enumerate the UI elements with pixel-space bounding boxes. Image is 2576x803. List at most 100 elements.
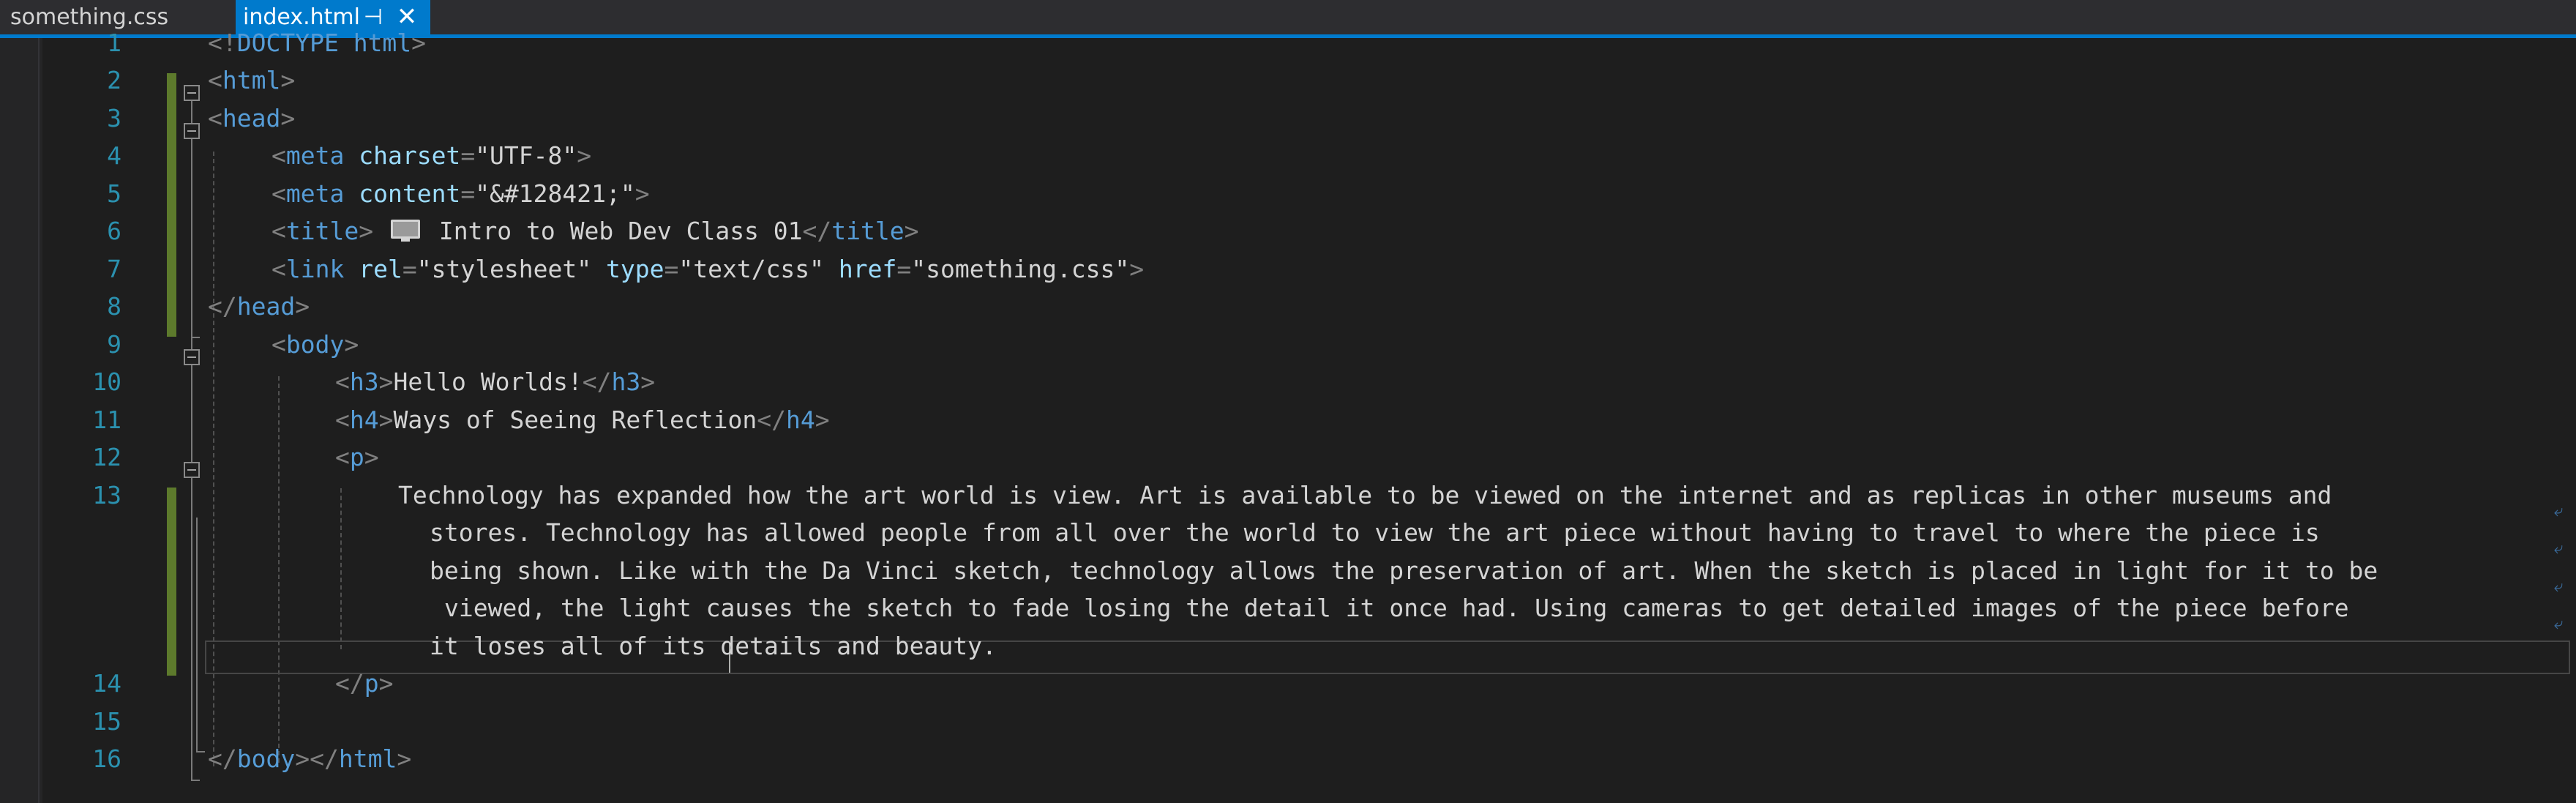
token-tag: title [285, 217, 359, 245]
token-tag: body [285, 330, 345, 359]
token-punctuation: > [577, 141, 592, 170]
word-wrap-icon: ⤶ [2554, 502, 2564, 520]
code-line-12[interactable]: <p> [335, 438, 379, 477]
token-punctuation: > [904, 217, 919, 245]
token-punctuation: > [344, 330, 359, 359]
token-punctuation: < [335, 443, 350, 471]
code-line-7[interactable]: <link rel="stylesheet" type="text/css" h… [272, 250, 1144, 288]
token-punctuation: < [272, 330, 286, 359]
code-line-16[interactable]: </body></html> [208, 740, 411, 778]
token-punctuation: = [664, 255, 679, 283]
token-punctuation: < [335, 406, 350, 434]
token-punctuation: > [280, 66, 296, 94]
token-punctuation: < [272, 217, 286, 245]
code-line-6[interactable]: <title> Intro to Web Dev Class 01</title… [272, 212, 919, 250]
code-line-9[interactable]: <body> [272, 326, 359, 364]
token-punctuation: > [815, 406, 830, 434]
indent-guide [213, 152, 214, 766]
line-number: 15 [92, 707, 121, 736]
token-punctuation: = [896, 255, 912, 283]
fold-toggle-icon[interactable] [184, 123, 200, 139]
token-punctuation: = [460, 141, 476, 170]
code-line-4[interactable]: <meta charset="UTF-8"> [272, 137, 591, 175]
monitor-icon [390, 219, 420, 242]
token-tag: h3 [349, 367, 379, 396]
word-wrap-icon: ⤶ [2554, 615, 2564, 633]
token-attribute: charset [344, 141, 461, 170]
code-line-14[interactable]: </p> [335, 665, 394, 703]
token-tag: meta [285, 141, 345, 170]
change-indicator-bar [167, 73, 176, 337]
token-tag: title [831, 217, 905, 245]
code-line-3[interactable]: <head> [208, 100, 295, 138]
token-string: "something.css" [911, 255, 1130, 283]
token-punctuation: > [280, 104, 296, 132]
code-line-11[interactable]: <h4>Ways of Seeing Reflection</h4> [335, 401, 830, 439]
token-string: "stylesheet" [416, 255, 592, 283]
code-line-5[interactable]: <meta content="&#128421;"> [272, 175, 650, 213]
token-text: Hello Worlds! [393, 367, 583, 396]
line-number: 2 [107, 66, 121, 94]
token-punctuation: </ [335, 669, 364, 698]
token-tag: p [364, 669, 379, 698]
word-wrap-icon: ⤶ [2554, 539, 2564, 558]
code-line-10[interactable]: <h3>Hello Worlds!</h3> [335, 363, 655, 401]
code-line-13-wrap-2[interactable]: stores. Technology has allowed people fr… [430, 514, 2320, 552]
outline-tick [196, 751, 205, 752]
token-attribute: href [824, 255, 897, 283]
line-number: 8 [107, 292, 121, 321]
token-string: "UTF-8" [475, 141, 577, 170]
code-line-1[interactable]: <!DOCTYPE html> [208, 24, 426, 62]
token-punctuation: > [378, 367, 394, 396]
token-punctuation: < [208, 104, 222, 132]
indent-guide [340, 488, 342, 649]
token-punctuation: < [335, 367, 350, 396]
outline-tick [191, 780, 200, 781]
token-tag: h4 [349, 406, 379, 434]
line-number: 10 [92, 367, 121, 396]
indent-guide [278, 376, 280, 763]
token-tag: html [222, 66, 281, 94]
fold-toggle-icon[interactable] [184, 85, 200, 101]
line-number: 13 [92, 481, 121, 509]
token-attribute: rel [344, 255, 402, 283]
outline-tick [191, 337, 200, 338]
token-tag: h3 [611, 367, 641, 396]
token-punctuation: </ [757, 406, 786, 434]
token-tag: DOCTYPE [236, 29, 339, 57]
code-editor[interactable]: 1 2 3 4 5 6 7 8 9 10 11 12 13 14 15 16 <… [0, 29, 2576, 803]
fold-toggle-icon[interactable] [184, 462, 200, 478]
code-line-13-wrap-5[interactable]: it loses all of its details and beauty. [430, 627, 997, 665]
word-wrap-icon: ⤶ [2554, 578, 2564, 596]
token-tag: p [349, 443, 364, 471]
outline-line [191, 101, 192, 367]
change-indicator-bar [167, 488, 176, 676]
code-line-2[interactable]: <html> [208, 61, 295, 100]
token-punctuation: > [634, 179, 650, 208]
fold-toggle-icon[interactable] [184, 349, 200, 365]
token-punctuation: < [208, 66, 222, 94]
token-attribute: type [591, 255, 664, 283]
token-punctuation: > [295, 744, 310, 773]
line-number: 16 [92, 744, 121, 773]
token-punctuation: </ [208, 292, 237, 321]
code-line-8[interactable]: </head> [208, 288, 310, 326]
token-punctuation: </ [802, 217, 832, 245]
token-punctuation: </ [582, 367, 612, 396]
token-punctuation: = [402, 255, 417, 283]
code-line-13-wrap-1[interactable]: Technology has expanded how the art worl… [398, 477, 2332, 515]
token-attribute: content [344, 179, 461, 208]
code-line-13-wrap-3[interactable]: being shown. Like with the Da Vinci sket… [430, 552, 2378, 590]
line-number: 5 [107, 179, 121, 208]
token-punctuation: > [1129, 255, 1145, 283]
outline-line [191, 367, 192, 781]
token-text: Intro to Web Dev Class 01 [424, 217, 803, 245]
token-tag: h4 [785, 406, 815, 434]
token-punctuation: > [640, 367, 656, 396]
line-number: 3 [107, 104, 121, 132]
token-punctuation: > [359, 217, 374, 245]
token-text: Ways of Seeing Reflection [393, 406, 757, 434]
code-line-13-wrap-4[interactable]: viewed, the light causes the sketch to f… [444, 589, 2349, 627]
token-punctuation: = [460, 179, 476, 208]
token-punctuation: > [295, 292, 310, 321]
